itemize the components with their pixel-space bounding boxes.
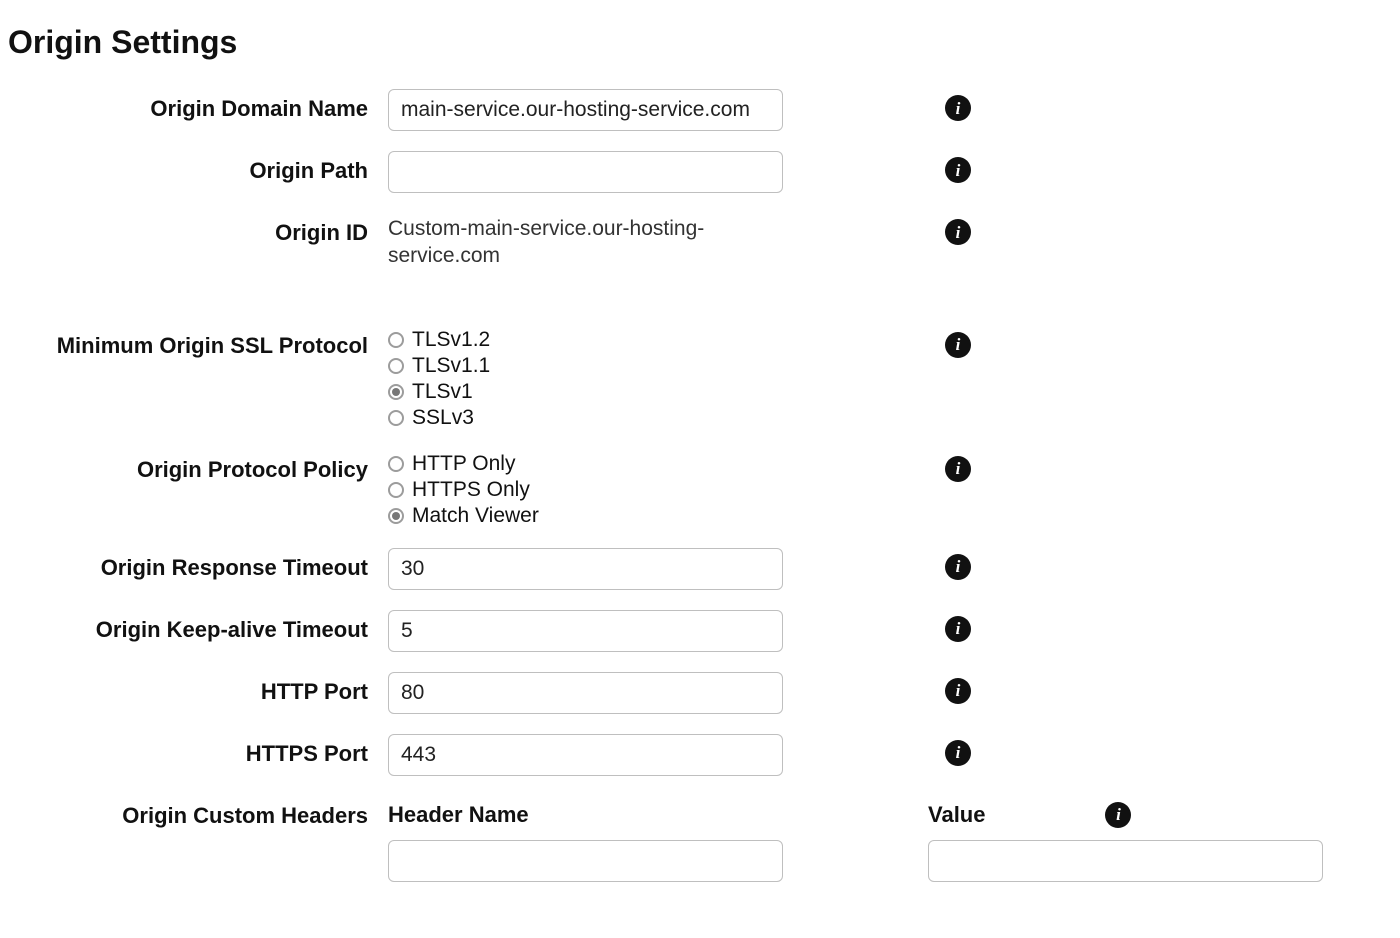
radio-label: Match Viewer [412,504,539,528]
radio-dot-icon [388,410,404,426]
info-icon[interactable]: i [945,616,971,642]
input-origin-domain-name[interactable] [388,89,783,131]
label-protocol-policy: Origin Protocol Policy [8,450,388,485]
radio-ssl-tlsv11[interactable]: TLSv1.1 [388,354,928,378]
label-origin-id: Origin ID [8,213,388,248]
info-icon[interactable]: i [945,332,971,358]
info-icon[interactable]: i [945,740,971,766]
input-https-port[interactable] [388,734,783,776]
radio-http-only[interactable]: HTTP Only [388,452,928,476]
static-origin-id: Custom-main-service.our-hosting-service.… [388,213,748,270]
input-keepalive-timeout[interactable] [388,610,783,652]
info-icon[interactable]: i [945,456,971,482]
info-icon[interactable]: i [945,95,971,121]
label-custom-headers: Origin Custom Headers [8,796,388,831]
row-http-port: HTTP Port i [8,672,1392,714]
row-origin-path: Origin Path i [8,151,1392,193]
row-keepalive-timeout: Origin Keep-alive Timeout i [8,610,1392,652]
label-https-port: HTTPS Port [8,734,388,769]
col-header-value: Value [928,802,985,828]
col-header-name: Header Name [388,796,928,828]
label-origin-path: Origin Path [8,151,388,186]
radio-ssl-sslv3[interactable]: SSLv3 [388,406,928,430]
radio-dot-icon [388,358,404,374]
radio-label: SSLv3 [412,406,474,430]
radio-https-only[interactable]: HTTPS Only [388,478,928,502]
radio-dot-icon [388,508,404,524]
row-min-ssl: Minimum Origin SSL Protocol TLSv1.2 TLSv… [8,326,1392,430]
label-origin-domain-name: Origin Domain Name [8,89,388,124]
input-header-name[interactable] [388,840,783,882]
radio-label: TLSv1.2 [412,328,490,352]
radio-dot-icon [388,384,404,400]
radio-group-ssl: TLSv1.2 TLSv1.1 TLSv1 SSLv3 [388,326,928,430]
label-keepalive-timeout: Origin Keep-alive Timeout [8,610,388,645]
input-origin-path[interactable] [388,151,783,193]
row-protocol-policy: Origin Protocol Policy HTTP Only HTTPS O… [8,450,1392,528]
row-origin-id: Origin ID Custom-main-service.our-hostin… [8,213,1392,270]
info-icon[interactable]: i [945,554,971,580]
row-custom-headers-header: Origin Custom Headers Header Name Value … [8,796,1392,831]
input-http-port[interactable] [388,672,783,714]
radio-dot-icon [388,456,404,472]
row-custom-headers-inputs: . [8,840,1392,882]
info-icon[interactable]: i [945,678,971,704]
info-icon[interactable]: i [945,157,971,183]
input-response-timeout[interactable] [388,548,783,590]
radio-dot-icon [388,482,404,498]
radio-match-viewer[interactable]: Match Viewer [388,504,928,528]
page-title: Origin Settings [8,24,1392,61]
radio-group-protocol: HTTP Only HTTPS Only Match Viewer [388,450,928,528]
radio-label: HTTP Only [412,452,515,476]
info-icon[interactable]: i [945,219,971,245]
row-https-port: HTTPS Port i [8,734,1392,776]
radio-ssl-tlsv12[interactable]: TLSv1.2 [388,328,928,352]
radio-label: HTTPS Only [412,478,530,502]
radio-label: TLSv1.1 [412,354,490,378]
input-header-value[interactable] [928,840,1323,882]
radio-label: TLSv1 [412,380,473,404]
info-icon[interactable]: i [1105,802,1131,828]
label-response-timeout: Origin Response Timeout [8,548,388,583]
label-http-port: HTTP Port [8,672,388,707]
radio-dot-icon [388,332,404,348]
row-origin-domain-name: Origin Domain Name i [8,89,1392,131]
radio-ssl-tlsv1[interactable]: TLSv1 [388,380,928,404]
label-min-ssl: Minimum Origin SSL Protocol [8,326,388,361]
row-response-timeout: Origin Response Timeout i [8,548,1392,590]
